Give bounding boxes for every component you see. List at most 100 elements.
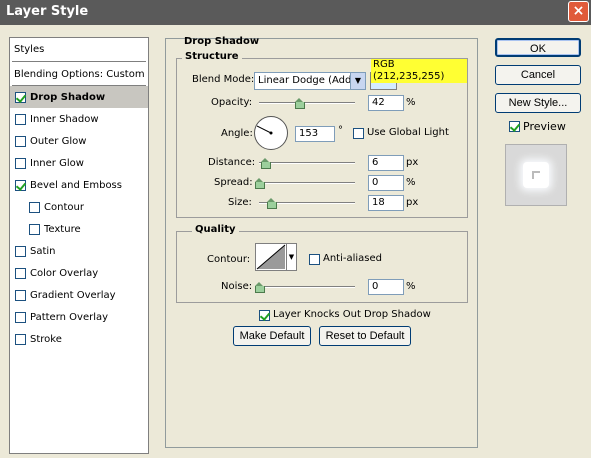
style-item-label: Gradient Overlay [30,289,116,301]
ok-button[interactable]: OK [495,38,581,57]
opacity-slider-thumb[interactable] [295,98,305,109]
title-bar: Layer Style × [0,0,591,25]
make-default-button[interactable]: Make Default [233,326,311,346]
contour-picker[interactable] [255,243,287,271]
noise-unit: % [406,281,416,292]
style-item-contour[interactable]: Contour [10,196,148,218]
close-icon: × [572,3,585,19]
divider [12,61,146,62]
style-item-label: Contour [44,201,84,213]
spread-input[interactable]: 0 [368,175,404,191]
distance-slider[interactable] [259,162,355,164]
contour-checkbox[interactable] [29,201,40,213]
anti-aliased-label: Anti-aliased [323,253,383,264]
style-item-inner-shadow[interactable]: Inner Shadow [10,108,148,130]
style-item-label: Inner Shadow [30,113,99,125]
blending-options-label: Blending Options: Custom [14,68,145,80]
preview-corner-icon [532,171,540,179]
stroke-checkbox[interactable] [15,333,26,345]
drop-shadow-checkbox[interactable] [15,91,26,103]
gradient-overlay-checkbox[interactable] [15,289,26,301]
opacity-slider[interactable] [259,102,355,104]
inner-glow-checkbox[interactable] [15,157,26,169]
angle-dial[interactable] [254,116,288,150]
drop-shadow-title: Drop Shadow [184,36,260,47]
opacity-input[interactable]: 42 [368,95,404,111]
style-item-inner-glow[interactable]: Inner Glow [10,152,148,174]
use-global-light-checkbox[interactable] [353,128,364,139]
reset-default-button[interactable]: Reset to Default [319,326,411,346]
blending-options-item[interactable]: Blending Options: Custom [10,63,148,85]
style-item-satin[interactable]: Satin [10,240,148,262]
style-item-label: Satin [30,245,56,257]
drop-shadow-panel: Drop Shadow Structure Blend Mode: Linear… [165,36,478,448]
distance-input[interactable]: 6 [368,155,404,171]
style-item-label: Color Overlay [30,267,99,279]
style-item-texture[interactable]: Texture [10,218,148,240]
angle-unit: ° [338,125,343,136]
preview-swatch [523,162,549,188]
opacity-unit: % [406,97,416,108]
satin-checkbox[interactable] [15,245,26,257]
quality-title: Quality [192,224,239,235]
preview-label: Preview [523,120,566,133]
new-style-button[interactable]: New Style... [495,93,581,113]
style-item-gradient-overlay[interactable]: Gradient Overlay [10,284,148,306]
inner-shadow-checkbox[interactable] [15,113,26,125]
knockout-checkbox[interactable] [259,310,270,321]
style-item-label: Inner Glow [30,157,84,169]
style-item-label: Stroke [30,333,62,345]
color-overlay-checkbox[interactable] [15,267,26,279]
distance-slider-thumb[interactable] [261,158,271,169]
bevel-emboss-checkbox[interactable] [15,179,26,191]
style-preview [505,144,567,206]
style-item-bevel-emboss[interactable]: Bevel and Emboss [10,174,148,196]
outer-glow-checkbox[interactable] [15,135,26,147]
style-item-stroke[interactable]: Stroke [10,328,148,350]
spread-slider-thumb[interactable] [255,178,265,189]
layer-style-dialog: Layer Style × Styles Blending Options: C… [0,0,591,458]
blend-mode-value: Linear Dodge (Add) [258,75,356,86]
pattern-overlay-checkbox[interactable] [15,311,26,323]
blend-mode-select[interactable]: Linear Dodge (Add) ▼ [254,72,366,90]
styles-header[interactable]: Styles [10,38,148,60]
style-item-drop-shadow[interactable]: Drop Shadow [10,86,148,108]
style-item-label: Outer Glow [30,135,87,147]
style-item-outer-glow[interactable]: Outer Glow [10,130,148,152]
noise-label: Noise: [221,281,253,292]
size-input[interactable]: 18 [368,195,404,211]
knockout-label: Layer Knocks Out Drop Shadow [273,309,431,320]
color-tooltip: RGB (212,235,255) [371,59,467,83]
contour-linear-icon [256,244,286,270]
noise-input[interactable]: 0 [368,279,404,295]
angle-label: Angle: [221,128,253,139]
style-item-color-overlay[interactable]: Color Overlay [10,262,148,284]
styles-label: Styles [14,43,45,55]
size-unit: px [406,197,419,208]
use-global-light-label: Use Global Light [367,127,449,138]
distance-unit: px [406,157,419,168]
style-item-label: Texture [44,223,81,235]
style-item-label: Bevel and Emboss [30,179,122,191]
style-item-pattern-overlay[interactable]: Pattern Overlay [10,306,148,328]
preview-checkbox[interactable] [509,121,520,132]
cancel-button[interactable]: Cancel [495,65,581,85]
noise-slider[interactable] [259,286,355,288]
spread-label: Spread: [214,177,253,188]
spread-slider[interactable] [259,182,355,184]
blend-mode-label: Blend Mode: [192,74,255,85]
noise-slider-thumb[interactable] [255,282,265,293]
quality-group: Quality Contour: ▼ Anti-aliased Noise: 0… [176,224,468,303]
opacity-label: Opacity: [211,97,253,108]
close-button[interactable]: × [568,1,589,22]
anti-aliased-checkbox[interactable] [309,254,320,265]
angle-input[interactable]: 153 [295,126,335,142]
size-slider-thumb[interactable] [267,198,277,209]
spread-unit: % [406,177,416,188]
distance-label: Distance: [208,157,256,168]
chevron-down-icon[interactable]: ▼ [286,243,297,271]
style-item-label: Pattern Overlay [30,311,109,323]
angle-needle-icon [256,125,273,135]
texture-checkbox[interactable] [29,223,40,235]
chevron-down-icon: ▼ [350,73,365,89]
